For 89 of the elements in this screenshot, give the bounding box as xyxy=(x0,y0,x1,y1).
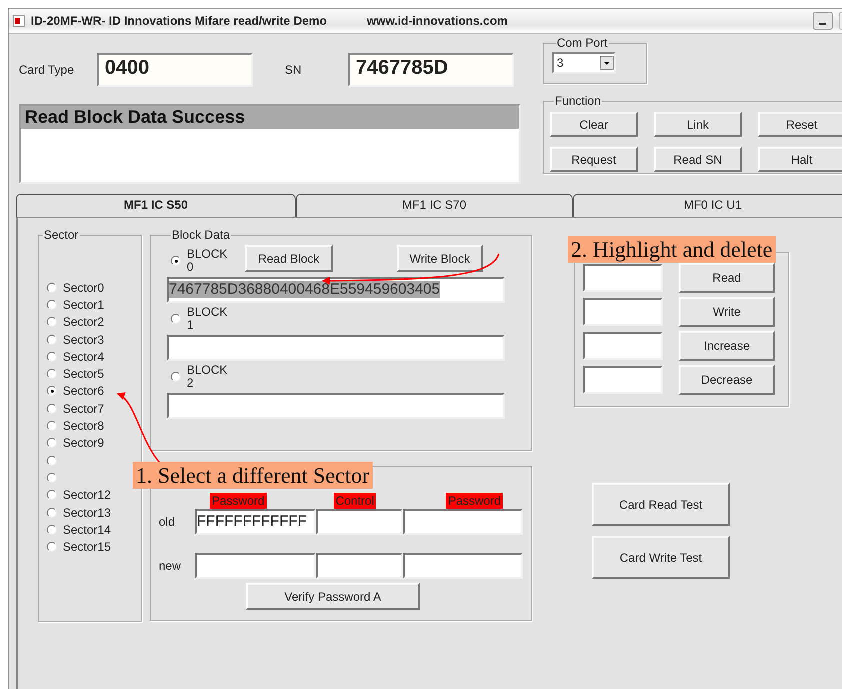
block-data-label: Block Data xyxy=(171,228,232,242)
row-label: old xyxy=(159,515,176,529)
key-a-field[interactable]: FFFFFFFFFFFF xyxy=(195,509,316,535)
block-label[interactable]: BLOCK 0 xyxy=(187,248,231,274)
radio-button[interactable] xyxy=(47,317,57,328)
status-message: Read Block Data Success xyxy=(21,106,519,129)
sector-option-label[interactable]: Sector13 xyxy=(63,506,112,520)
sector-option-label[interactable]: Sector0 xyxy=(63,280,104,295)
block-data-field[interactable] xyxy=(167,393,505,419)
radio-button[interactable] xyxy=(47,352,57,362)
value-button[interactable]: Read xyxy=(679,263,775,293)
key-b-field[interactable] xyxy=(403,509,523,535)
value-field[interactable] xyxy=(583,332,663,360)
card-type-label: Card Type xyxy=(19,63,76,77)
radio-button[interactable] xyxy=(47,508,57,518)
sector-option-label[interactable]: Sector2 xyxy=(63,315,104,330)
verify-password-button[interactable]: Verify Password A xyxy=(246,583,420,610)
function-button[interactable]: Link xyxy=(654,112,742,137)
value-field[interactable] xyxy=(583,298,663,326)
test-button[interactable]: Card Write Test xyxy=(592,536,730,579)
minimize-icon[interactable] xyxy=(813,12,833,30)
read-block-button[interactable]: Read Block xyxy=(245,245,333,272)
radio-button[interactable] xyxy=(47,282,57,293)
radio-button[interactable] xyxy=(47,334,57,345)
app-icon xyxy=(13,15,25,27)
block-data-field[interactable] xyxy=(167,335,505,361)
write-block-button[interactable]: Write Block xyxy=(397,245,483,272)
value-button[interactable]: Increase xyxy=(679,331,775,361)
sector-option-label[interactable]: Sector3 xyxy=(63,332,104,347)
control-field[interactable] xyxy=(316,553,403,579)
sector-option-label[interactable]: Sector12 xyxy=(63,488,112,502)
function-button[interactable]: Read SN xyxy=(654,147,742,172)
column-header: Password xyxy=(210,493,267,509)
sector-option-label[interactable]: Sector4 xyxy=(63,350,104,364)
radio-button[interactable] xyxy=(47,472,57,483)
radio-button[interactable] xyxy=(171,256,181,266)
control-field[interactable] xyxy=(316,509,403,535)
radio-button[interactable] xyxy=(47,490,57,500)
column-header: Control xyxy=(334,493,376,509)
key-b-field[interactable] xyxy=(403,553,523,579)
tab[interactable]: MF1 IC S50 xyxy=(16,194,296,217)
radio-button[interactable] xyxy=(171,372,181,382)
window-url: www.id-innovations.com xyxy=(367,14,508,28)
function-label: Function xyxy=(554,94,602,108)
sector-option-label[interactable]: Sector14 xyxy=(63,522,112,537)
annotation-callout: 1. Select a different Sector xyxy=(133,462,373,489)
block-label[interactable]: BLOCK1 xyxy=(187,306,231,332)
column-header: Password xyxy=(446,493,504,509)
function-button[interactable]: Clear xyxy=(550,112,638,137)
function-button[interactable]: Halt xyxy=(758,147,842,172)
tab[interactable]: MF0 IC U1 xyxy=(573,194,842,217)
radio-button[interactable] xyxy=(47,542,57,552)
radio-button[interactable] xyxy=(171,314,181,324)
com-port-dropdown[interactable]: 3 xyxy=(552,52,616,74)
value-field[interactable] xyxy=(583,366,663,394)
radio-button[interactable] xyxy=(47,438,57,448)
sector-option-label[interactable]: Sector5 xyxy=(63,367,104,382)
sector-option-label[interactable]: Sector15 xyxy=(63,540,112,554)
radio-button[interactable] xyxy=(47,386,57,396)
radio-button[interactable] xyxy=(47,421,57,432)
key-a-field[interactable] xyxy=(195,553,316,579)
test-button[interactable]: Card Read Test xyxy=(592,483,730,526)
sector-option-label[interactable]: Sector8 xyxy=(63,419,104,434)
function-button[interactable]: Request xyxy=(550,147,638,172)
function-button[interactable]: Reset xyxy=(758,112,842,137)
annotation-arrow xyxy=(117,393,161,464)
sector-label: Sector xyxy=(43,228,80,242)
sector-option-label[interactable]: Sector7 xyxy=(63,402,104,416)
window-title: ID-20MF-WR- ID Innovations Mifare read/write Demo xyxy=(31,14,328,28)
radio-button[interactable] xyxy=(47,404,57,414)
radio-button[interactable] xyxy=(47,456,57,466)
block-label[interactable]: BLOCK 2 xyxy=(187,364,231,390)
value-button[interactable]: Decrease xyxy=(679,365,775,395)
sector-option-label[interactable]: Sector9 xyxy=(63,436,104,450)
radio-button[interactable] xyxy=(47,524,57,535)
radio-button[interactable] xyxy=(47,369,57,380)
com-port-label: Com Port xyxy=(556,36,609,50)
card-type-field[interactable]: 0400 xyxy=(97,53,253,87)
sector-option-label[interactable]: Sector1 xyxy=(63,298,104,312)
radio-button[interactable] xyxy=(47,300,57,310)
tab[interactable]: MF1 IC S70 xyxy=(296,194,573,217)
block-data-field[interactable]: 7467785D36880400468E559459603405 xyxy=(167,277,505,303)
sn-label: SN xyxy=(285,63,303,77)
value-field[interactable] xyxy=(583,264,663,292)
sn-field[interactable]: 7467785D xyxy=(348,53,514,87)
value-button[interactable]: Write xyxy=(679,297,775,327)
annotation-callout: 2. Highlight and delete xyxy=(568,236,776,263)
sector-option-label[interactable]: Sector6 xyxy=(63,384,104,398)
row-label: new xyxy=(159,559,182,573)
